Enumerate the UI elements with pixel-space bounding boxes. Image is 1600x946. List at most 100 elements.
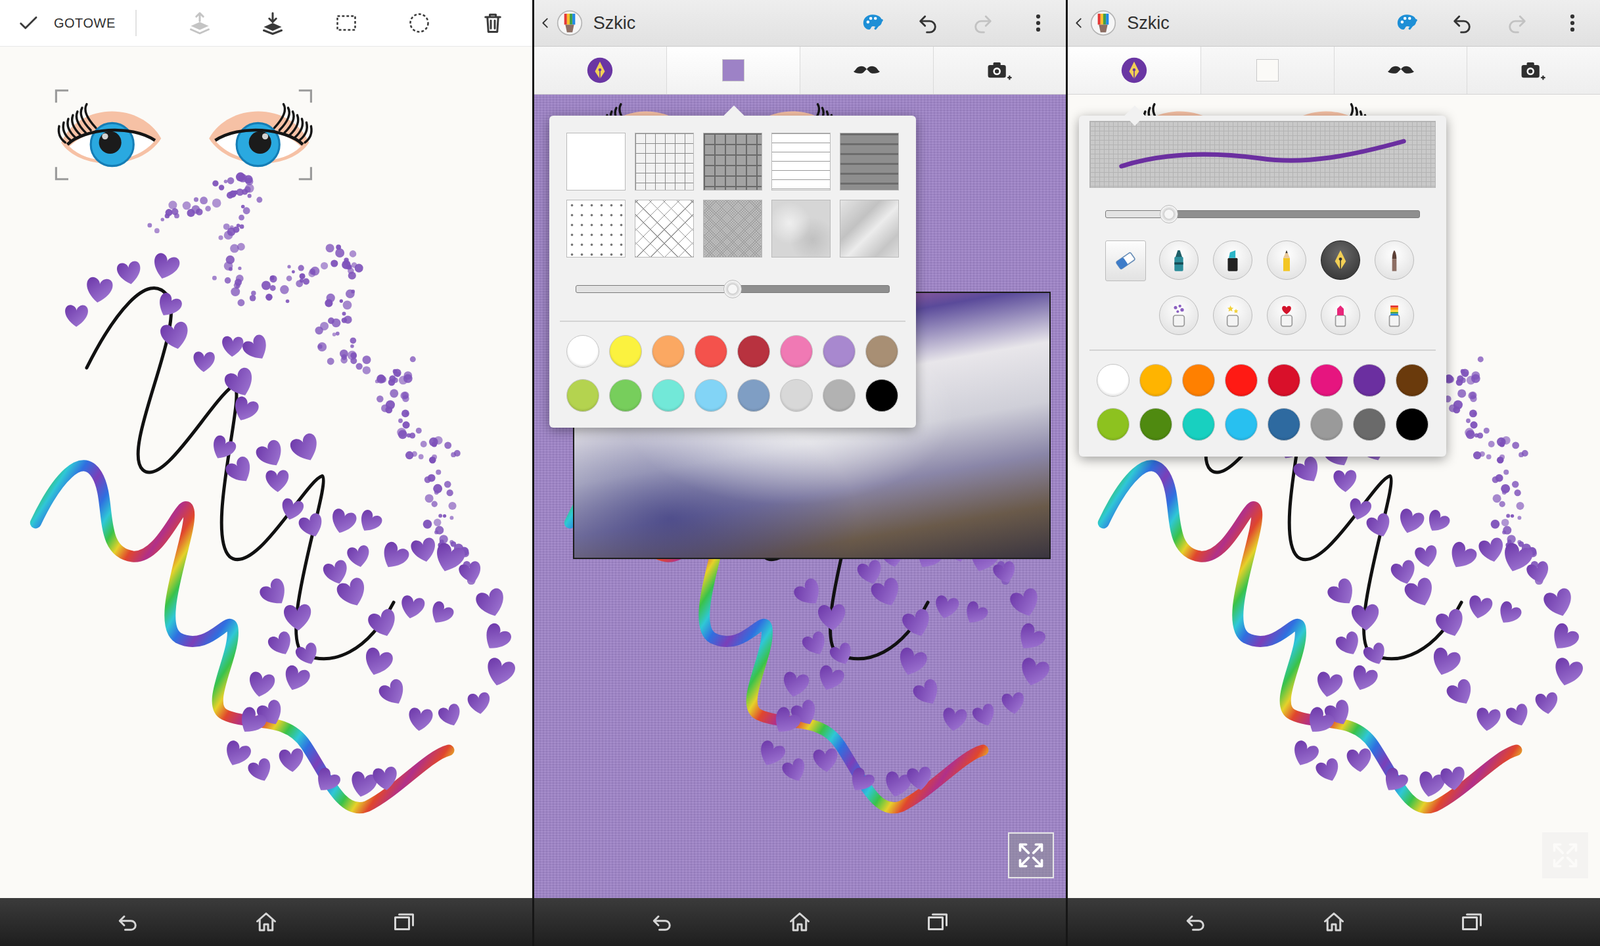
- opacity-slider[interactable]: [575, 285, 890, 294]
- color-swatch[interactable]: [1096, 408, 1130, 441]
- undo-button[interactable]: [1434, 0, 1490, 46]
- color-swatch[interactable]: [1352, 364, 1386, 397]
- color-swatch[interactable]: [1224, 408, 1258, 441]
- pattern-tile[interactable]: [703, 199, 763, 258]
- color-swatch[interactable]: [609, 335, 642, 368]
- color-swatch[interactable]: [737, 379, 771, 412]
- color-swatch[interactable]: [1395, 408, 1429, 441]
- color-swatch[interactable]: [822, 379, 856, 412]
- undo-icon: [916, 11, 939, 35]
- color-swatch[interactable]: [1139, 408, 1173, 441]
- photo-tab[interactable]: [933, 46, 1067, 94]
- pen-tab[interactable]: [534, 46, 668, 94]
- color-swatch[interactable]: [1310, 364, 1344, 397]
- pen-tab[interactable]: [1067, 46, 1202, 94]
- heart-stamp-tool[interactable]: [1266, 295, 1307, 336]
- sticker-tab[interactable]: [800, 46, 934, 94]
- home-button[interactable]: [1304, 902, 1364, 943]
- undo-button[interactable]: [900, 0, 956, 46]
- bring-forward-button: [172, 0, 228, 46]
- palette-button[interactable]: [1379, 0, 1435, 46]
- color-swatch[interactable]: [651, 335, 685, 368]
- recents-button[interactable]: [908, 902, 968, 943]
- marker-tool[interactable]: [1159, 240, 1199, 280]
- slider-thumb[interactable]: [1159, 205, 1179, 224]
- color-swatch[interactable]: [694, 379, 728, 412]
- color-swatch[interactable]: [1096, 364, 1130, 397]
- color-swatch[interactable]: [1395, 364, 1429, 397]
- rainbow-tool[interactable]: [1374, 295, 1415, 336]
- pen-tool[interactable]: [1320, 240, 1361, 280]
- color-swatch[interactable]: [1267, 408, 1301, 441]
- more-button[interactable]: [1010, 0, 1066, 46]
- pattern-tile[interactable]: [839, 199, 899, 258]
- color-swatch[interactable]: [865, 379, 899, 412]
- recents-icon: [925, 910, 950, 935]
- send-back-button[interactable]: [245, 0, 301, 46]
- bring-forward-icon: [187, 11, 212, 35]
- back-button[interactable]: [98, 902, 158, 943]
- back-button[interactable]: [632, 902, 692, 943]
- color-swatch[interactable]: [1352, 408, 1386, 441]
- highlighter-tool[interactable]: [1212, 240, 1253, 280]
- more-button[interactable]: [1544, 0, 1600, 46]
- color-swatch[interactable]: [651, 379, 685, 412]
- size-slider[interactable]: [1105, 210, 1420, 219]
- photo-tab[interactable]: [1467, 46, 1600, 94]
- back-icon: [650, 910, 675, 935]
- pencil-tool[interactable]: [1266, 240, 1307, 280]
- color-swatch[interactable]: [1139, 364, 1173, 397]
- background-tab[interactable]: [1201, 46, 1335, 94]
- pattern-tile[interactable]: [634, 199, 694, 258]
- recents-button[interactable]: [1442, 902, 1502, 943]
- back-button[interactable]: Szkic: [1067, 9, 1380, 37]
- back-button[interactable]: [1166, 902, 1226, 943]
- home-button[interactable]: [770, 902, 830, 943]
- back-button[interactable]: Szkic: [534, 9, 846, 37]
- pattern-tile[interactable]: [771, 132, 831, 191]
- color-swatch[interactable]: [1182, 408, 1215, 441]
- lasso-select-button[interactable]: [391, 0, 447, 46]
- color-swatch[interactable]: [694, 335, 728, 368]
- brush-tool[interactable]: [1374, 240, 1415, 280]
- drawing-canvas[interactable]: [0, 46, 533, 899]
- eraser-tool[interactable]: [1105, 240, 1146, 282]
- lipstick-tool[interactable]: [1320, 295, 1361, 336]
- home-button[interactable]: [236, 902, 296, 943]
- spray-stars-tool[interactable]: [1212, 295, 1253, 336]
- fullscreen-button[interactable]: [1007, 832, 1054, 879]
- lasso-select-icon: [407, 11, 432, 35]
- background-tab[interactable]: [666, 46, 801, 94]
- color-swatch[interactable]: [1267, 364, 1301, 397]
- sticker-tab[interactable]: [1334, 46, 1468, 94]
- color-swatch[interactable]: [1182, 364, 1215, 397]
- delete-button[interactable]: [465, 0, 521, 46]
- rect-select-button[interactable]: [318, 0, 374, 46]
- color-swatch[interactable]: [566, 335, 600, 368]
- rainbow-icon: [1381, 302, 1408, 329]
- color-swatch[interactable]: [1310, 408, 1344, 441]
- palette-button[interactable]: [845, 0, 901, 46]
- photo-icon: [986, 57, 1014, 84]
- pattern-tile[interactable]: [634, 132, 694, 191]
- pattern-tile[interactable]: [566, 199, 626, 258]
- pattern-tile[interactable]: [771, 199, 831, 258]
- color-swatch[interactable]: [566, 379, 600, 412]
- color-swatch[interactable]: [609, 379, 642, 412]
- tool-tabs: [534, 46, 1067, 95]
- color-swatch[interactable]: [822, 335, 856, 368]
- color-swatch[interactable]: [1224, 364, 1258, 397]
- color-swatch[interactable]: [779, 379, 813, 412]
- color-swatch[interactable]: [865, 335, 899, 368]
- pattern-tile[interactable]: [839, 132, 899, 191]
- spray-dots-tool[interactable]: [1159, 295, 1199, 336]
- color-swatch[interactable]: [737, 335, 771, 368]
- recents-button[interactable]: [374, 902, 434, 943]
- pattern-tile[interactable]: [703, 132, 763, 191]
- done-button[interactable]: GOTOWE: [0, 6, 136, 40]
- pattern-tile[interactable]: [566, 132, 626, 191]
- selection-frame[interactable]: [55, 90, 311, 180]
- slider-thumb[interactable]: [723, 279, 742, 299]
- title-bar: Szkic: [1067, 0, 1600, 47]
- color-swatch[interactable]: [779, 335, 813, 368]
